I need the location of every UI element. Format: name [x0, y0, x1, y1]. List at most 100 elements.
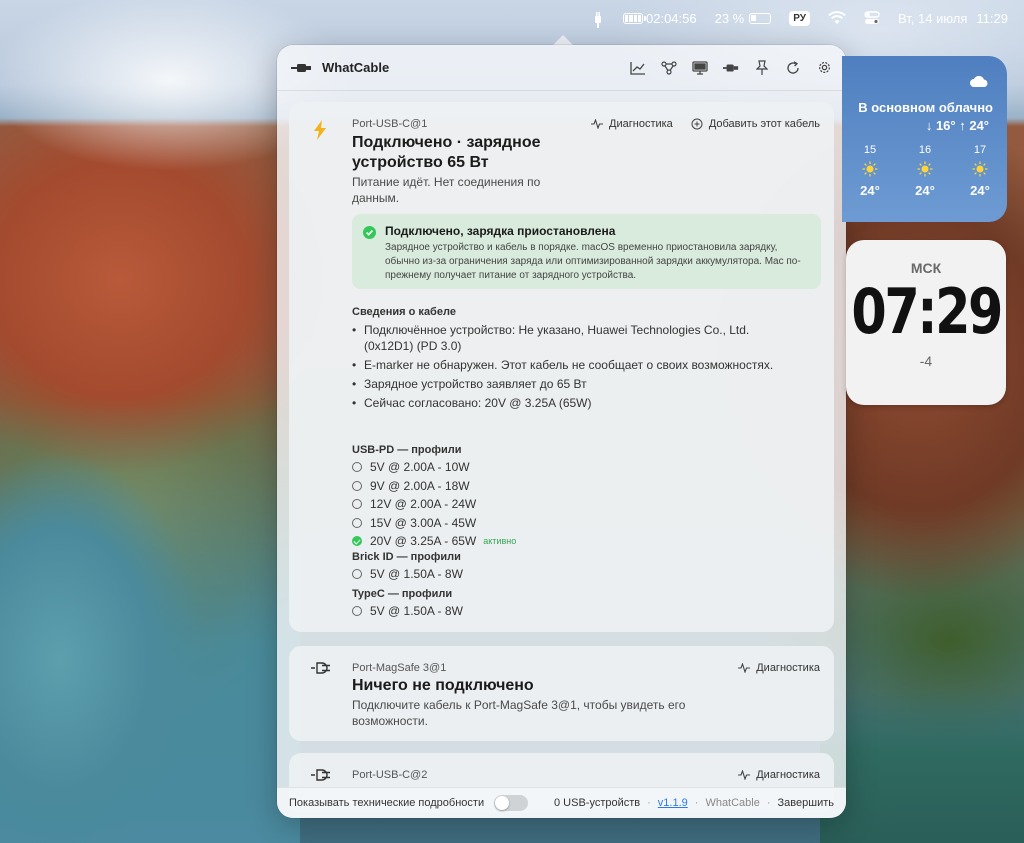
list-item: Подключённое устройство: Не указано, Hua… — [352, 322, 792, 354]
battery-timer[interactable]: 02:04:56 — [623, 11, 697, 26]
cable-info-title: Сведения о кабеле — [352, 306, 456, 318]
profile-label: 5V @ 2.00A - 10W — [370, 460, 470, 475]
profile-label: 15V @ 3.00A - 45W — [370, 515, 477, 530]
ports-list[interactable]: Port-USB-C@1 Диагностика Добавить этот к… — [289, 102, 834, 813]
wifi-icon[interactable] — [828, 11, 846, 25]
hour-label: 16 — [918, 144, 932, 156]
diagnostics-label: Диагностика — [756, 769, 820, 781]
usb-count: 0 USB-устройств — [553, 797, 641, 809]
wallpaper-lake — [820, 690, 1024, 843]
pin-icon[interactable] — [754, 59, 770, 76]
port-name: Port-MagSafe 3@1 — [352, 662, 447, 674]
radio-empty-icon — [352, 569, 362, 580]
clock-offset: -4 — [919, 353, 933, 369]
tech-details-toggle[interactable] — [494, 795, 529, 811]
profile-item: 12V @ 2.00A - 24W — [352, 495, 772, 514]
port-name: Port-USB-C@2 — [352, 769, 428, 781]
port-subtitle: Подключите кабель к Port-MagSafe 3@1, чт… — [352, 698, 686, 728]
charging-status-box: Подключено, зарядка приостановлена Заряд… — [352, 214, 821, 289]
brick-profiles-title: Brick ID — профили — [352, 551, 461, 563]
cable-info-list: Подключённое устройство: Не указано, Hua… — [352, 322, 792, 414]
check-circle-icon — [363, 226, 376, 239]
add-cable-label: Добавить этот кабель — [708, 118, 820, 130]
chart-icon[interactable] — [630, 60, 646, 76]
weather-hourly: 15 24° 16 24° 17 24° — [850, 144, 1000, 198]
active-tag: активно — [483, 536, 517, 547]
diagnostics-button[interactable]: Диагностика — [738, 662, 820, 674]
profile-item: 15V @ 3.00A - 45W — [352, 514, 772, 533]
radio-empty-icon — [352, 480, 362, 491]
profile-label: 9V @ 2.00A - 18W — [370, 478, 470, 493]
bolt-icon — [313, 120, 329, 140]
status-title: Подключено, зарядка приостановлена — [385, 224, 616, 238]
control-center-icon[interactable] — [864, 11, 880, 25]
card-actions: Диагностика — [738, 662, 820, 674]
footer-info: 0 USB-устройств · v1.1.9 · WhatCable · З… — [554, 797, 834, 809]
cloud-icon — [970, 76, 988, 87]
list-item: Сейчас согласовано: 20V @ 3.25A (65W) — [352, 395, 792, 411]
sun-icon — [917, 161, 933, 177]
plus-circle-icon — [691, 118, 703, 130]
hour-temp: 24° — [970, 183, 990, 198]
settings-icon[interactable] — [816, 60, 832, 76]
menubar-time[interactable]: 11:29 — [976, 11, 1008, 26]
clock-city: МСК — [910, 260, 942, 276]
battery-percent: 23 % — [714, 10, 745, 26]
card-actions: Диагностика Добавить этот кабель — [591, 118, 820, 130]
weather-widget[interactable]: В основном облачно ↓ 16° ↑ 24° 15 24° 16… — [842, 56, 1007, 222]
radio-empty-icon — [352, 462, 362, 473]
popover-header: WhatCable — [277, 45, 846, 91]
port-name: Port-USB-C@1 — [352, 118, 428, 130]
refresh-icon[interactable] — [785, 60, 801, 76]
port-title: Ничего не подключено — [352, 677, 534, 694]
world-clock-widget[interactable]: МСК 07:29 -4 — [846, 240, 1006, 405]
separator: · — [694, 797, 699, 809]
input-language-label: РУ — [789, 10, 811, 26]
battery-time: 02:04:56 — [646, 10, 697, 26]
popover-toolbar — [630, 59, 832, 76]
port-card-usb-c-1: Port-USB-C@1 Диагностика Добавить этот к… — [289, 102, 834, 632]
topology-icon[interactable] — [661, 60, 677, 76]
usbpd-profiles-list: 5V @ 2.00A - 10W 9V @ 2.00A - 18W 12V @ … — [352, 458, 772, 551]
diagnostics-button[interactable]: Диагностика — [591, 118, 673, 130]
battery-status[interactable]: 23 % — [715, 11, 772, 26]
add-cable-button[interactable]: Добавить этот кабель — [691, 118, 820, 130]
input-source[interactable]: РУ — [789, 10, 811, 26]
profile-item-active: 20V @ 3.25A - 65W активно — [352, 532, 772, 551]
quit-button[interactable]: Завершить — [778, 797, 834, 809]
menubar-date[interactable]: Вт, 14 июля — [898, 11, 967, 26]
clock-time: 07:29 — [851, 275, 1003, 348]
menu-bar: 02:04:56 23 % РУ Вт, 14 июля 11:29 — [0, 0, 1024, 36]
typec-profiles-list: 5V @ 1.50A - 8W — [352, 602, 772, 621]
hour-label: 17 — [973, 144, 987, 156]
app-title: WhatCable — [322, 60, 390, 75]
profile-label: 5V @ 1.50A - 8W — [370, 567, 463, 582]
profile-item: 5V @ 2.00A - 10W — [352, 458, 772, 477]
popover-footer: Показывать технические подробности 0 USB… — [277, 787, 846, 818]
profile-item: 5V @ 1.50A - 8W — [352, 565, 772, 584]
profile-label: 20V @ 3.25A - 65W — [370, 534, 477, 549]
diagnostics-button[interactable]: Диагностика — [738, 769, 820, 781]
list-item: Зарядное устройство заявляет до 65 Вт — [352, 376, 792, 392]
battery-bars-icon — [623, 12, 646, 24]
wallpaper-river — [0, 400, 300, 843]
hour-label: 15 — [863, 144, 877, 156]
tech-details-label: Показывать технические подробности — [289, 797, 485, 809]
port-title: Подключено · зарядное устройство 65 Вт — [352, 134, 541, 171]
whatcable-menubar-icon[interactable] — [591, 8, 605, 28]
radio-empty-icon — [352, 499, 362, 510]
battery-charging-icon — [749, 12, 772, 24]
whatcable-popover: WhatCable Port-USB-C@1 Диагностика Добав… — [277, 45, 846, 818]
pulse-icon — [738, 770, 751, 780]
plug-icon — [311, 768, 330, 788]
hourly-item: 17 24° — [960, 144, 1000, 198]
port-subtitle: Питание идёт. Нет соединения по данным. — [352, 175, 541, 205]
list-item: E-marker не обнаружен. Этот кабель не со… — [352, 357, 792, 373]
status-text: Зарядное устройство и кабель в порядке. … — [385, 242, 801, 281]
version-link[interactable]: v1.1.9 — [658, 797, 688, 809]
cable-icon[interactable] — [723, 60, 739, 76]
cable-app-icon — [291, 61, 313, 75]
display-icon[interactable] — [692, 60, 708, 76]
profile-item: 9V @ 2.00A - 18W — [352, 477, 772, 496]
hourly-item: 15 24° — [850, 144, 890, 198]
